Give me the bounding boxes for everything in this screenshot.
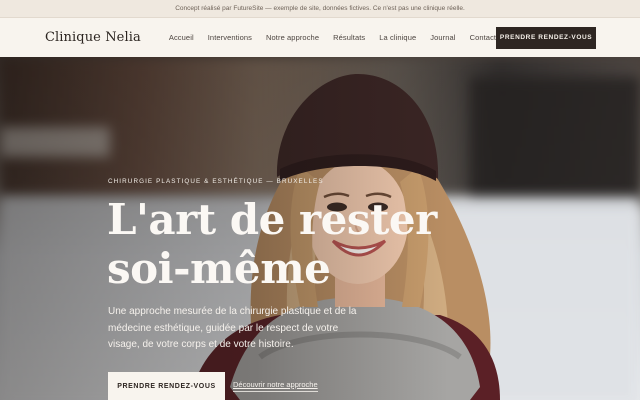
main-nav: Accueil Interventions Notre approche Rés… (169, 33, 496, 42)
book-appointment-button[interactable]: PRENDRE RENDEZ-VOUS (496, 26, 596, 49)
nav-item-resultats[interactable]: Résultats (333, 33, 365, 42)
hero-section: CHIRURGIE PLASTIQUE & ESTHÉTIQUE — BRUXE… (0, 57, 640, 400)
hero-eyebrow: CHIRURGIE PLASTIQUE & ESTHÉTIQUE — BRUXE… (108, 178, 324, 185)
nav-item-accueil[interactable]: Accueil (169, 33, 194, 42)
nav-item-interventions[interactable]: Interventions (208, 33, 252, 42)
demo-notice-bar: Concept réalisé par FutureSite — exemple… (0, 0, 640, 18)
site-header: Clinique Nelia Accueil Interventions Not… (0, 18, 640, 57)
nav-item-notre-approche[interactable]: Notre approche (266, 33, 319, 42)
nav-item-contact[interactable]: Contact (470, 33, 497, 42)
brand-logo[interactable]: Clinique Nelia (45, 30, 141, 45)
nav-item-la-clinique[interactable]: La clinique (379, 33, 416, 42)
nav-item-journal[interactable]: Journal (430, 33, 455, 42)
hero-headline: L'art de rester soi-même (107, 195, 437, 293)
hero-book-appointment-button[interactable]: PRENDRE RENDEZ-VOUS (108, 372, 225, 400)
demo-notice-text: Concept réalisé par FutureSite — exemple… (175, 5, 465, 12)
discover-approach-link[interactable]: Découvrir notre approche (233, 380, 318, 392)
hero-description: Une approche mesurée de la chirurgie pla… (108, 306, 357, 350)
